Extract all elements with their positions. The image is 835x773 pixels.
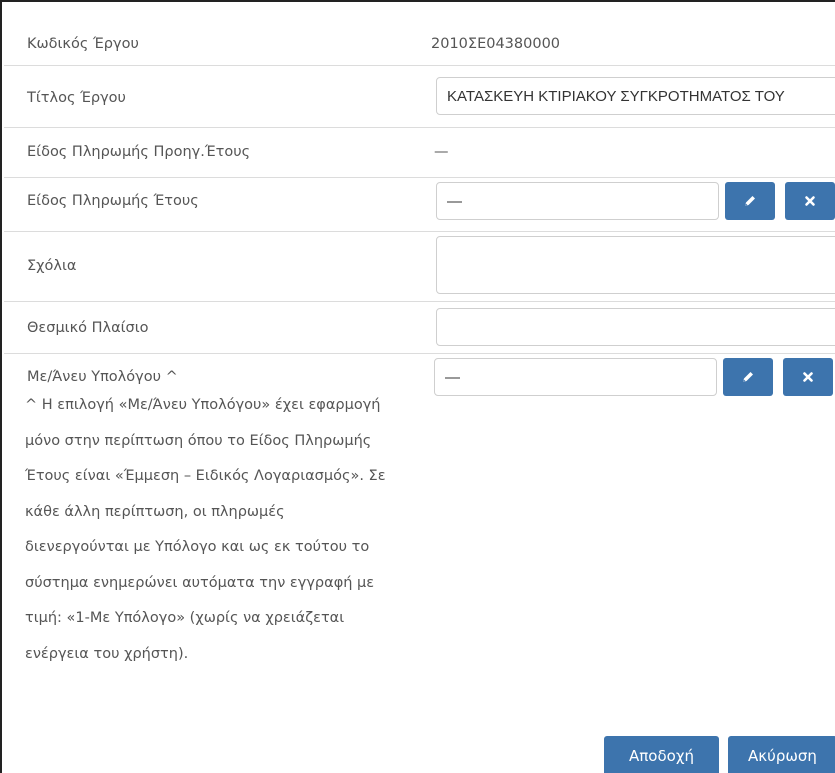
payment-type-label: Είδος Πληρωμής Έτους <box>27 193 199 209</box>
accountant-value: — <box>445 368 460 386</box>
note-line: διενεργούνται με Υπόλογο και ως εκ τούτο… <box>25 539 370 555</box>
payment-type-clear-button[interactable] <box>785 182 835 220</box>
note-line: μόνο στην περίπτωση όπου το Είδος Πληρωμ… <box>25 432 372 449</box>
row-legal-framework: Θεσμικό Πλαίσιο <box>4 302 835 354</box>
note-line: Έτους είναι «Έμμεση – Ειδικός Λογαριασμό… <box>25 468 386 484</box>
prev-payment-type-label: Είδος Πληρωμής Προηγ.Έτους <box>27 144 251 160</box>
project-code-value: 2010ΣΕ04380000 <box>431 36 561 52</box>
payment-type-value: — <box>447 192 462 210</box>
accountant-clear-button[interactable] <box>783 358 833 396</box>
pencil-icon <box>745 196 755 206</box>
legal-framework-field[interactable] <box>436 308 835 346</box>
row-payment-type: Είδος Πληρωμής Έτους — <box>4 178 835 232</box>
accountant-label: Με/Άνευ Υπολόγου ^ <box>27 369 178 385</box>
accept-button[interactable]: Αποδοχή <box>604 736 719 773</box>
accountant-edit-button[interactable] <box>723 358 773 396</box>
close-icon <box>803 372 813 382</box>
project-title-field[interactable]: ΚΑΤΑΣΚΕΥΗ ΚΤΙΡΙΑΚΟΥ ΣΥΓΚΡΟΤΗΜΑΤΟΣ ΤΟΥ <box>436 77 835 115</box>
row-project-title: ΚΑΤΑΣΚΕΥΗ ΚΤΙΡΙΑΚΟΥ ΣΥΓΚΡΟΤΗΜΑΤΟΣ ΤΟΥ Τί… <box>4 66 835 128</box>
dialog: Κωδικός Έργου 2010ΣΕ04380000 ΚΑΤΑΣΚΕΥΗ Κ… <box>0 0 835 773</box>
accountant-field[interactable]: — <box>434 358 717 396</box>
close-icon <box>805 196 815 206</box>
project-title-label: Τίτλος Έργου <box>27 90 126 106</box>
project-code-label: Κωδικός Έργου <box>27 36 139 52</box>
comments-textarea[interactable] <box>436 236 835 294</box>
project-title-value: ΚΑΤΑΣΚΕΥΗ ΚΤΙΡΙΑΚΟΥ ΣΥΓΚΡΟΤΗΜΑΤΟΣ ΤΟΥ <box>447 87 785 105</box>
note-line: ενέργεια του χρήστη). <box>25 645 189 662</box>
row-comments: Σχόλια <box>4 232 835 302</box>
note-line: σύστημα ενημερώνει αυτόματα την εγγραφή … <box>25 574 375 591</box>
note-line: κάθε άλλη περίπτωση, οι πληρωμές <box>25 503 285 520</box>
cancel-button[interactable]: Ακύρωση <box>728 736 835 773</box>
row-project-code: Κωδικός Έργου 2010ΣΕ04380000 <box>4 2 835 66</box>
row-prev-payment-type: Είδος Πληρωμής Προηγ.Έτους — <box>4 128 835 178</box>
comments-label: Σχόλια <box>27 258 77 274</box>
note-line: τιμή: «1-Με Υπόλογο» (χωρίς να χρειάζετα… <box>25 610 345 626</box>
prev-payment-type-value: — <box>434 144 449 160</box>
accountant-note: ^ Η επιλογή «Με/Άνευ Υπολόγου» έχει εφαρ… <box>25 388 425 672</box>
payment-type-field[interactable]: — <box>436 182 719 220</box>
pencil-icon <box>743 372 753 382</box>
note-line: ^ Η επιλογή «Με/Άνευ Υπολόγου» έχει εφαρ… <box>25 397 381 413</box>
legal-framework-label: Θεσμικό Πλαίσιο <box>27 320 149 336</box>
payment-type-edit-button[interactable] <box>725 182 775 220</box>
